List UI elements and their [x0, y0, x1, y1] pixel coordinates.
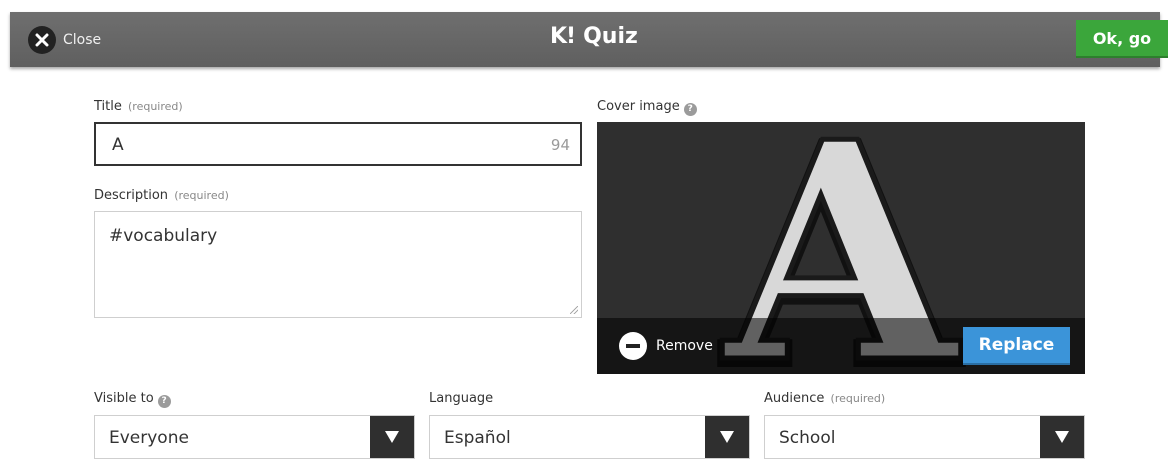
visible-to-select[interactable]: Everyone	[94, 415, 415, 459]
language-value: Español	[444, 428, 511, 448]
visible-to-label-group: Visible to?	[94, 391, 171, 408]
brand-logo: K!	[550, 24, 576, 49]
audience-label-group: Audience (required)	[764, 391, 885, 406]
title-input[interactable]: A 94	[94, 122, 582, 166]
close-label: Close	[63, 32, 102, 48]
audience-label: Audience	[764, 391, 825, 406]
language-label: Language	[429, 391, 494, 406]
language-select[interactable]: Español	[429, 415, 750, 459]
cover-action-bar: Remove Replace	[597, 318, 1085, 374]
audience-value: School	[779, 428, 836, 448]
language-label-group: Language	[429, 391, 493, 406]
remove-cover-button[interactable]: Remove	[619, 332, 713, 360]
title-label-group: Title (required)	[94, 99, 183, 114]
cover-image-label: Cover image	[597, 99, 680, 114]
cover-label-group: Cover image?	[597, 99, 697, 116]
resize-handle-icon[interactable]	[570, 306, 578, 314]
description-textarea[interactable]: #vocabulary	[94, 211, 582, 318]
title-label: Title	[94, 99, 122, 114]
app-brand: K! Quiz	[550, 24, 638, 49]
title-char-counter: 94	[550, 136, 570, 154]
description-required-note: (required)	[174, 189, 229, 202]
cover-image: A A Remove Replace	[597, 122, 1085, 374]
dropdown-arrow-icon[interactable]	[1040, 416, 1084, 458]
minus-icon	[619, 332, 647, 360]
top-bar: Close K! Quiz Ok, go	[10, 12, 1168, 67]
audience-required-note: (required)	[830, 392, 886, 405]
visible-to-value: Everyone	[109, 428, 189, 448]
page-title: Quiz	[583, 24, 638, 49]
description-value: #vocabulary	[109, 226, 218, 246]
close-button[interactable]: Close	[28, 26, 101, 54]
description-label-group: Description (required)	[94, 188, 229, 203]
help-icon[interactable]: ?	[683, 102, 697, 116]
close-icon	[28, 26, 56, 54]
title-required-note: (required)	[128, 100, 183, 113]
ok-go-button[interactable]: Ok, go	[1076, 20, 1168, 56]
title-input-value: A	[112, 135, 124, 155]
dropdown-arrow-icon[interactable]	[705, 416, 749, 458]
remove-label: Remove	[656, 338, 713, 354]
help-icon[interactable]: ?	[157, 394, 171, 408]
description-label: Description	[94, 188, 169, 203]
dropdown-arrow-icon[interactable]	[370, 416, 414, 458]
audience-select[interactable]: School	[764, 415, 1085, 459]
visible-to-label: Visible to	[94, 391, 154, 406]
replace-cover-button[interactable]: Replace	[963, 327, 1070, 363]
